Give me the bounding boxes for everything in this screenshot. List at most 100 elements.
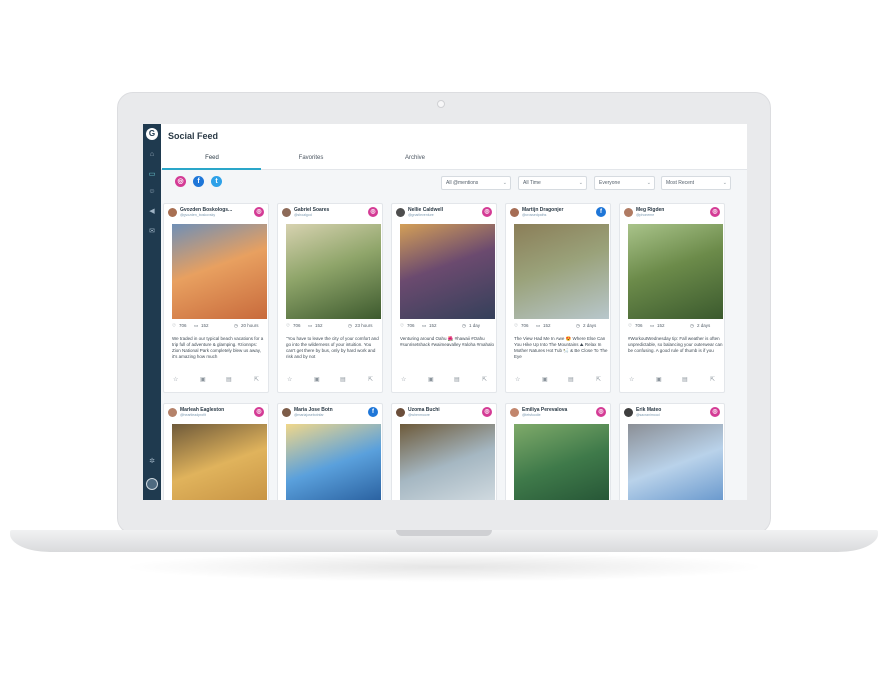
reply-icon[interactable]: ▤ xyxy=(568,376,574,383)
home-icon[interactable]: ⌂ xyxy=(148,151,156,158)
post-handle: @crossedpaths xyxy=(522,213,547,217)
post-actions: ☆ ▣ ▤ ⇱ xyxy=(400,376,495,384)
post-card[interactable]: Maria Jose Botn @mariajosebotnfar f xyxy=(277,403,383,500)
comment-icon[interactable]: ▭ xyxy=(194,323,198,329)
avatar xyxy=(282,408,291,417)
share-icon[interactable]: ⇱ xyxy=(710,376,715,383)
post-photo[interactable] xyxy=(628,424,723,500)
save-icon[interactable]: ▣ xyxy=(656,376,662,383)
megaphone-icon[interactable]: ◀ xyxy=(148,208,156,215)
post-card[interactable]: Uzoma Buchi @whenmoore ◎ xyxy=(391,403,497,500)
post-handle: @gnarlieventure xyxy=(408,213,434,217)
post-card[interactable]: Nellie Caldwell @gnarlieventure ◎ ♡ 706 ▭ 152 ◷… xyxy=(391,203,497,393)
comment-icon[interactable]: ▭ xyxy=(536,323,540,329)
star-icon[interactable]: ☆ xyxy=(287,376,292,383)
star-icon[interactable]: ☆ xyxy=(401,376,406,383)
tab-feed[interactable]: Feed xyxy=(162,155,262,161)
feed-icon[interactable]: ▭ xyxy=(148,171,156,178)
post-time: 2 days xyxy=(697,323,711,328)
camera-icon xyxy=(437,100,445,108)
chevron-down-icon: ⌄ xyxy=(646,180,651,186)
sort-filter[interactable]: Most Recent ⌄ xyxy=(661,176,731,190)
post-caption: We traded in our typical beach vacations… xyxy=(172,336,264,359)
comment-icon[interactable]: ▭ xyxy=(308,323,312,329)
post-caption: "You have to leave the city of your comf… xyxy=(286,336,379,359)
laptop-notch xyxy=(396,530,492,536)
share-icon[interactable]: ⇱ xyxy=(368,376,373,383)
share-icon[interactable]: ⇱ xyxy=(254,376,259,383)
instagram-icon[interactable]: ◎ xyxy=(175,176,186,187)
post-photo[interactable] xyxy=(172,224,267,319)
gs-logo-icon[interactable]: G xyxy=(146,128,158,140)
post-handle: @mariajosebotnfar xyxy=(294,413,324,417)
comment-icon[interactable]: ▭ xyxy=(422,323,426,329)
facebook-icon[interactable]: f xyxy=(193,176,204,187)
reply-icon[interactable]: ▤ xyxy=(682,376,688,383)
app-screen: G ⌂ ▭ ☺ ◀ ✉ ✲ Social Feed Feed Favorites… xyxy=(143,124,747,500)
post-photo[interactable] xyxy=(400,424,495,500)
filter-bar: ◎ f t All @mentions ⌄ All Time ⌄ Everyone ⌄… xyxy=(161,171,747,199)
reply-icon[interactable]: ▤ xyxy=(454,376,460,383)
save-icon[interactable]: ▣ xyxy=(314,376,320,383)
post-card[interactable]: Meg Rigden @phoneme ◎ ♡ 706 ▭ 152 ◷ 2 days #Worko… xyxy=(619,203,725,393)
comments-count: 152 xyxy=(657,323,665,328)
reply-icon[interactable]: ▤ xyxy=(226,376,232,383)
save-icon[interactable]: ▣ xyxy=(542,376,548,383)
main-content: Social Feed Feed Favorites Archive ◎ f t… xyxy=(161,124,747,500)
instagram-icon: ◎ xyxy=(710,407,720,417)
post-time: 2 days xyxy=(583,323,597,328)
twitter-icon[interactable]: t xyxy=(211,176,222,187)
star-icon[interactable]: ☆ xyxy=(629,376,634,383)
star-icon[interactable]: ☆ xyxy=(173,376,178,383)
post-actions: ☆ ▣ ▤ ⇱ xyxy=(628,376,723,384)
comments-count: 152 xyxy=(315,323,323,328)
time-filter[interactable]: All Time ⌄ xyxy=(518,176,587,190)
star-icon[interactable]: ☆ xyxy=(515,376,520,383)
mentions-filter-label: All @mentions xyxy=(446,180,479,186)
sidebar: G ⌂ ▭ ☺ ◀ ✉ ✲ xyxy=(143,124,161,500)
tab-archive[interactable]: Archive xyxy=(365,155,465,161)
heart-icon[interactable]: ♡ xyxy=(514,323,518,329)
post-photo[interactable] xyxy=(514,424,609,500)
post-photo[interactable] xyxy=(286,424,381,500)
reply-icon[interactable]: ▤ xyxy=(340,376,346,383)
share-icon[interactable]: ⇱ xyxy=(482,376,487,383)
post-time: 20 hours xyxy=(241,323,259,328)
facebook-icon: f xyxy=(368,407,378,417)
users-icon[interactable]: ☺ xyxy=(148,188,156,195)
likes-count: 706 xyxy=(407,323,415,328)
post-card[interactable]: Gvozden Boskologs... @gvozden_boskovsky ◎ ♡… xyxy=(163,203,269,393)
page-title: Social Feed xyxy=(168,131,219,141)
heart-icon[interactable]: ♡ xyxy=(172,323,176,329)
share-icon[interactable]: ⇱ xyxy=(596,376,601,383)
post-photo[interactable] xyxy=(172,424,267,500)
settings-icon[interactable]: ✲ xyxy=(148,458,156,465)
mentions-filter[interactable]: All @mentions ⌄ xyxy=(441,176,511,190)
inbox-icon[interactable]: ✉ xyxy=(148,228,156,235)
user-avatar[interactable] xyxy=(146,478,158,490)
clock-icon: ◷ xyxy=(462,323,466,328)
post-handle: @heartleadprofit xyxy=(180,413,206,417)
heart-icon[interactable]: ♡ xyxy=(286,323,290,329)
instagram-icon: ◎ xyxy=(254,207,264,217)
post-photo[interactable] xyxy=(286,224,381,319)
heart-icon[interactable]: ♡ xyxy=(628,323,632,329)
post-handle: @letsfoodie xyxy=(522,413,541,417)
post-caption: The View Had Me In Awe 😍 Where Else Can … xyxy=(514,336,608,359)
post-card[interactable]: Martijn Dragonjer @crossedpaths f ♡ 706 ▭ 152 ◷… xyxy=(505,203,611,393)
post-photo[interactable] xyxy=(514,224,609,319)
post-photo[interactable] xyxy=(628,224,723,319)
post-photo[interactable] xyxy=(400,224,495,319)
save-icon[interactable]: ▣ xyxy=(200,376,206,383)
comment-icon[interactable]: ▭ xyxy=(650,323,654,329)
save-icon[interactable]: ▣ xyxy=(428,376,434,383)
post-card[interactable]: Erik Mateo @sacranimood ◎ xyxy=(619,403,725,500)
post-handle: @sacranimood xyxy=(636,413,660,417)
heart-icon[interactable]: ♡ xyxy=(400,323,404,329)
post-card[interactable]: Emiliya Perevalova @letsfoodie ◎ xyxy=(505,403,611,500)
tab-favorites[interactable]: Favorites xyxy=(261,155,361,161)
post-card[interactable]: Gabriel Soares @shoalgod ◎ ♡ 706 ▭ 152 ◷ 23 hour… xyxy=(277,203,383,393)
post-card[interactable]: Marleah Eagleston @heartleadprofit ◎ xyxy=(163,403,269,500)
audience-filter[interactable]: Everyone ⌄ xyxy=(594,176,655,190)
likes-count: 706 xyxy=(635,323,643,328)
